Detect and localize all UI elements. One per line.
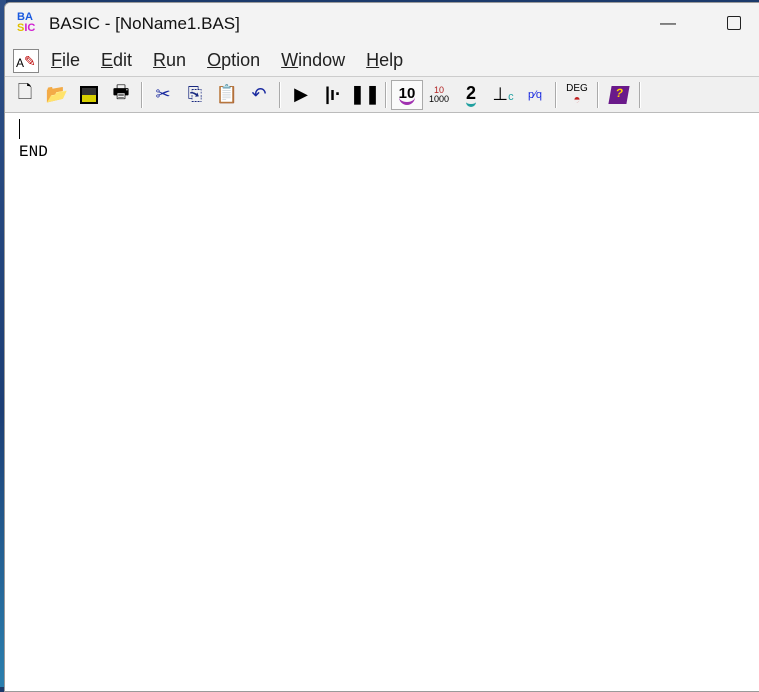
cut-icon: ✂ [155,84,171,104]
save-icon [80,85,98,104]
save-button[interactable] [73,80,105,110]
undo-icon: ↶ [251,84,267,104]
scientific-icon: 10 1000 [428,84,450,104]
print-button[interactable]: 🖶 [105,80,137,110]
minimize-button[interactable]: — [660,15,676,33]
fraction-icon: p⁄q [527,88,543,101]
undo-button[interactable]: ↶ [243,80,275,110]
help-button[interactable]: ? [603,80,635,110]
binary-mode-button[interactable]: 2 [455,80,487,110]
toolbar-separator [141,81,143,108]
app-window: BA SIC BASIC - [NoName1.BAS] — A ✎ File Ed… [4,2,759,692]
print-icon: 🖶 [112,81,130,102]
scientific-mode-button[interactable]: 10 1000 [423,80,455,110]
run-icon: ▶ [294,84,308,104]
menu-help[interactable]: Help [366,50,403,71]
toolbar-separator [597,81,599,108]
text-caret [19,119,20,139]
binary-icon: 2 [465,83,476,107]
toolbar-separator [639,81,641,108]
decimal-icon: 10 [398,85,416,105]
toolbar-separator [555,81,557,108]
copy-icon: ⎘ [187,84,203,104]
degree-mode-button[interactable]: DEG ◓ [561,80,593,110]
menu-run[interactable]: Run [153,50,186,71]
open-button[interactable]: 📂 [41,80,73,110]
fraction-mode-button[interactable]: p⁄q [519,80,551,110]
open-icon: 📂 [45,84,69,104]
code-editor[interactable]: END [5,113,759,691]
maximize-button[interactable] [727,16,741,30]
complex-mode-button[interactable]: ⊥c [487,80,519,110]
degree-icon: DEG ◓ [566,82,588,106]
complex-icon: ⊥c [492,84,514,104]
window-title: BASIC - [NoName1.BAS] [49,14,240,33]
step-icon: |ı· [324,84,342,104]
toolbar-separator [279,81,281,108]
cut-button[interactable]: ✂ [147,80,179,110]
pause-button[interactable]: ❚❚ [349,80,381,110]
menu-option[interactable]: Option [207,50,260,71]
menu-file[interactable]: File [51,50,80,71]
basic-logo-icon: BA SIC [17,11,36,34]
paste-icon: 📋 [215,84,239,104]
new-button[interactable]: 🗋 [9,80,41,110]
menu-window[interactable]: Window [281,50,345,71]
toolbar: 🗋 📂 🖶 ✂ ⎘ 📋 ↶ ▶ |ı· ❚❚ 10 10 1000 2 ⊥c p⁄… [5,77,759,113]
run-button[interactable]: ▶ [285,80,317,110]
toolbar-separator [385,81,387,108]
help-book-icon: ? [608,85,630,104]
new-icon: 🗋 [17,81,33,102]
menu-edit[interactable]: Edit [101,50,132,71]
decimal-mode-button[interactable]: 10 [391,79,423,110]
document-system-menu-icon[interactable]: A ✎ [13,48,39,73]
copy-button[interactable]: ⎘ [179,80,211,110]
code-line: END [19,143,48,161]
paste-button[interactable]: 📋 [211,80,243,110]
pause-icon: ❚❚ [349,84,381,104]
title-bar: BA SIC BASIC - [NoName1.BAS] — [5,3,759,45]
step-button[interactable]: |ı· [317,80,349,110]
menu-bar: A ✎ File Edit Run Option Window Help [5,45,759,77]
